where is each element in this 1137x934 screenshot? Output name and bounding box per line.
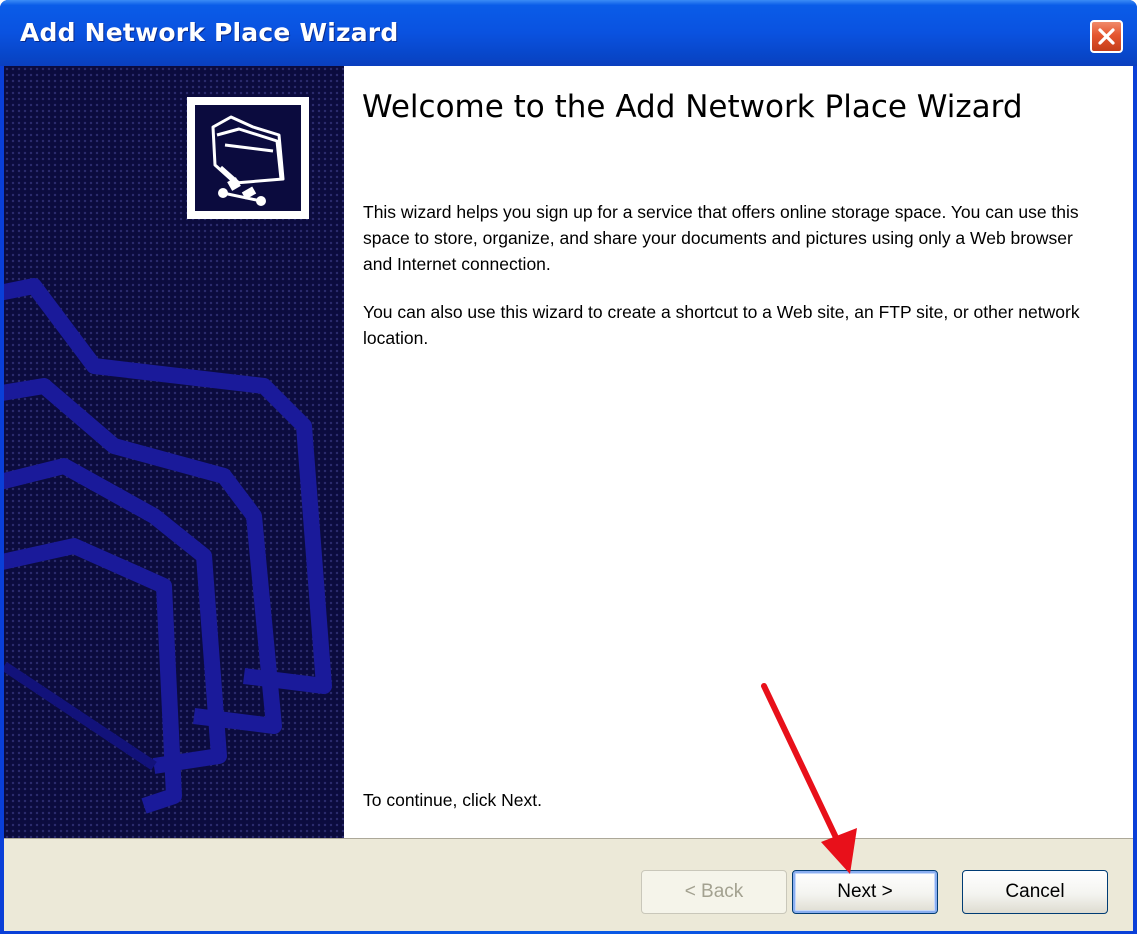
- button-bar: < Back Next > Cancel: [4, 838, 1133, 931]
- description-paragraph-2: You can also use this wizard to create a…: [363, 302, 1080, 348]
- back-button[interactable]: < Back: [641, 870, 787, 914]
- wizard-body: Welcome to the Add Network Place Wizard …: [4, 66, 1133, 931]
- continue-hint: To continue, click Next.: [363, 790, 542, 810]
- close-button[interactable]: [1090, 20, 1123, 53]
- page-title: Welcome to the Add Network Place Wizard: [362, 89, 1023, 125]
- wizard-content: Welcome to the Add Network Place Wizard …: [344, 66, 1133, 838]
- next-button[interactable]: Next >: [792, 870, 938, 914]
- network-folder-icon: [187, 97, 309, 219]
- description-paragraph-1: This wizard helps you sign up for a serv…: [363, 202, 1079, 274]
- close-icon: [1098, 28, 1115, 45]
- cancel-button[interactable]: Cancel: [962, 870, 1108, 914]
- title-bar[interactable]: Add Network Place Wizard: [0, 0, 1137, 66]
- window-title: Add Network Place Wizard: [20, 18, 399, 47]
- wizard-window: Add Network Place Wizard Welcome to the …: [0, 0, 1137, 934]
- wizard-sidebar: [4, 66, 344, 838]
